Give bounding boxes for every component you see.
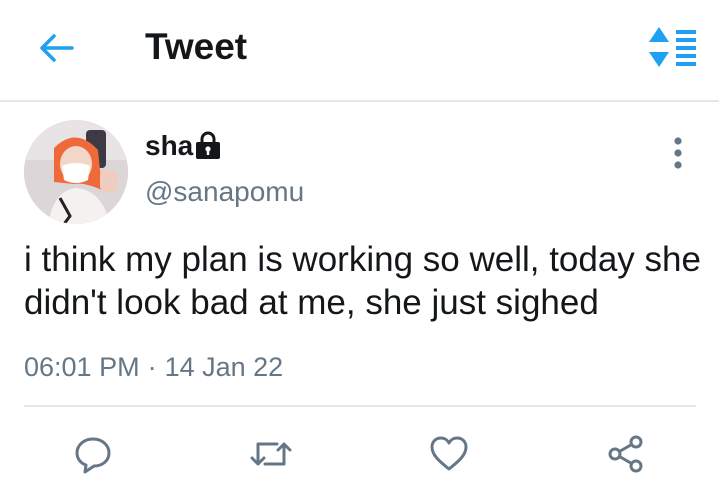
author-handle[interactable]: @sanapomu [145,174,304,210]
heart-icon [430,436,468,471]
reply-button[interactable] [69,430,117,478]
like-button[interactable] [425,430,473,478]
tweet-text: i think my plan is working so well, toda… [24,240,701,322]
timestamp-separator: · [147,352,157,382]
author-display-name[interactable]: sha [145,128,193,164]
lock-icon [196,131,220,159]
avatar-photo [24,120,128,224]
retweet-icon [250,442,292,466]
page-title: Tweet [145,26,248,67]
top-app-bar: Tweet [0,0,719,102]
share-button[interactable] [602,430,650,478]
reply-icon [75,437,111,474]
more-options-button[interactable] [664,136,692,170]
share-icon [608,435,643,473]
more-vertical-icon [674,137,682,169]
tweet-time: 06:01 PM [24,352,140,382]
retweet-button[interactable] [247,430,295,478]
sort-icon [649,27,696,67]
arrow-left-icon [40,34,74,62]
tweet-timestamp[interactable]: 06:01 PM · 14 Jan 22 [24,350,283,384]
tweet-date: 14 Jan 22 [164,352,284,382]
divider [24,405,696,407]
sort-button[interactable] [645,24,699,70]
back-button[interactable] [36,28,76,68]
author-avatar[interactable] [24,120,128,224]
